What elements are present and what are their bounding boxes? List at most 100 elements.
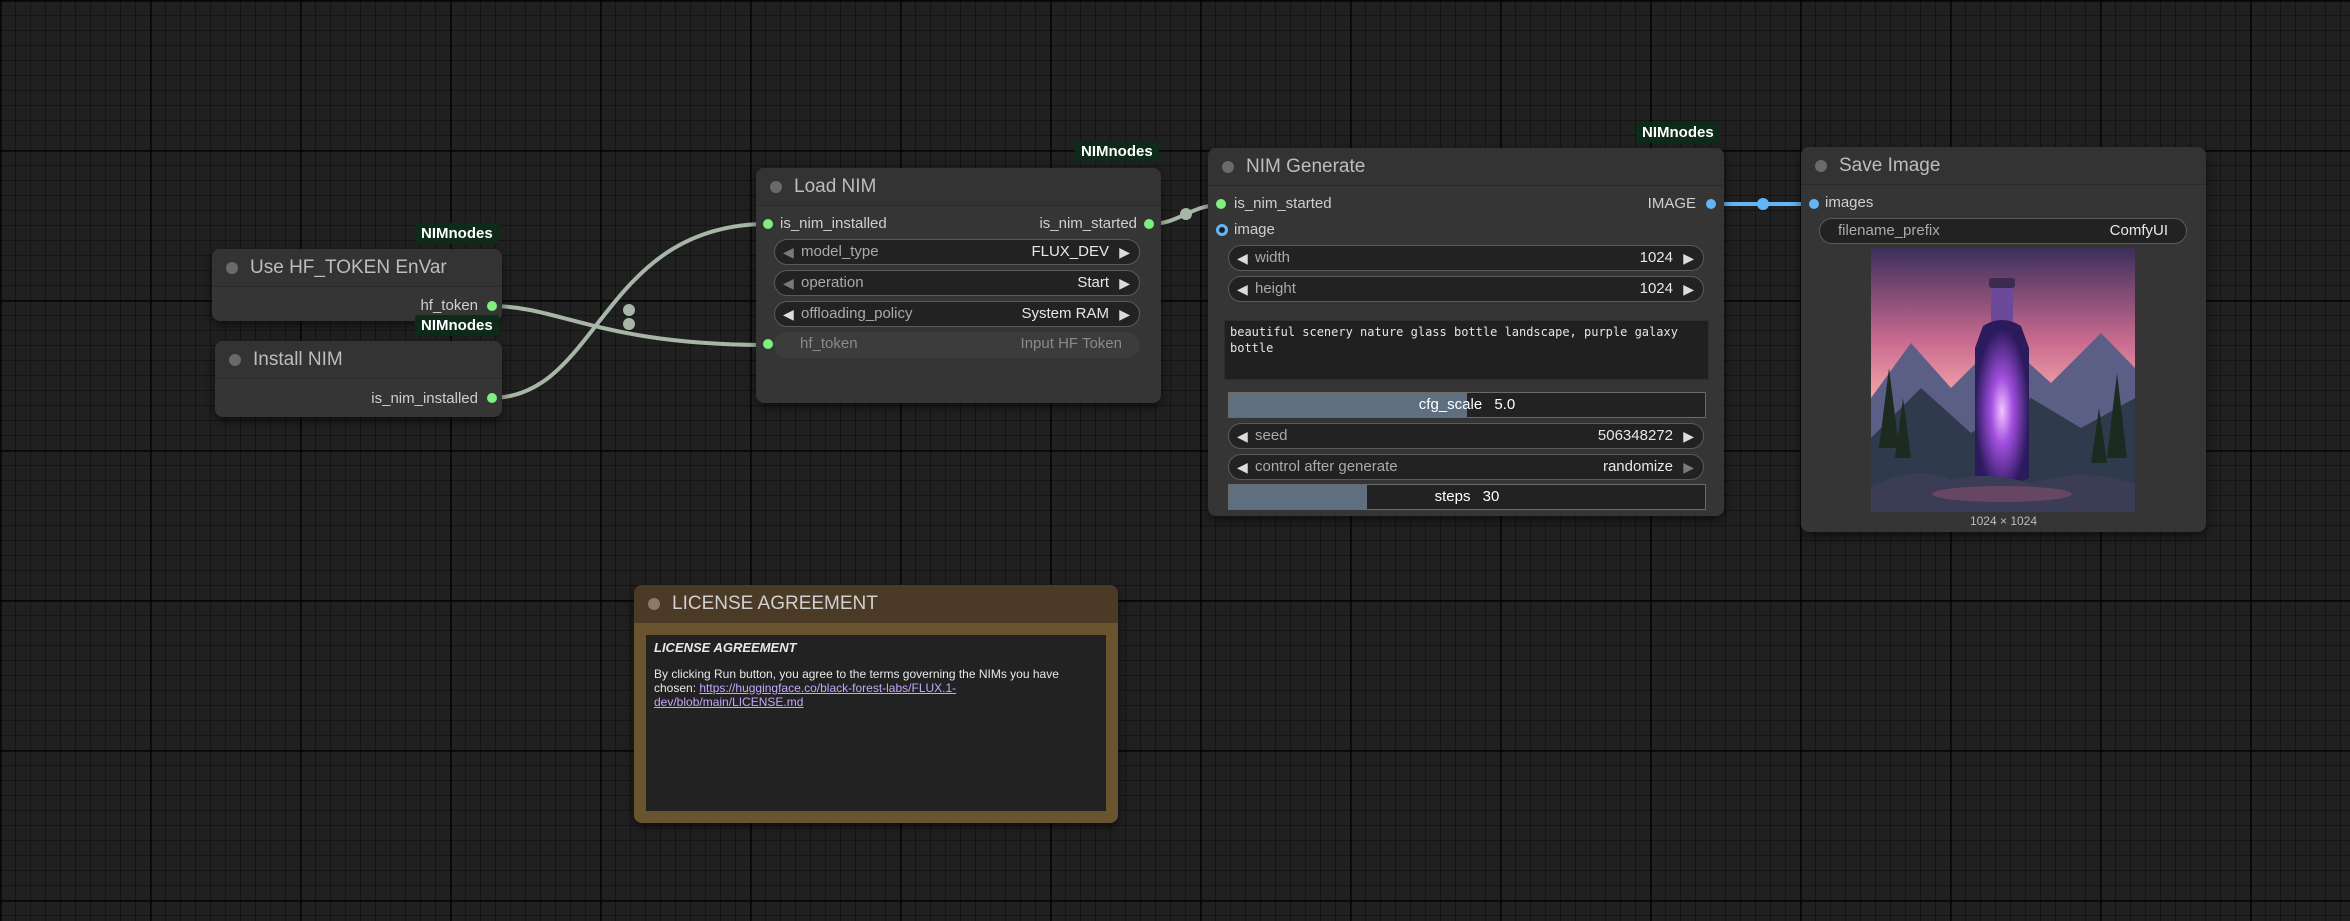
increment-arrow-icon[interactable]: ▶ (1683, 455, 1694, 479)
decrement-arrow-icon[interactable]: ◀ (1237, 424, 1248, 448)
node-title-bar[interactable]: Save Image (1801, 147, 2206, 185)
offloading-policy-combo[interactable]: ◀ offloading_policy System RAM ▶ (774, 301, 1140, 327)
node-load-nim[interactable]: Load NIM is_nim_installed is_nim_started… (756, 168, 1161, 403)
widget-label: width (1255, 249, 1291, 266)
input-images-socket[interactable] (1809, 199, 1819, 209)
output-is-nim-installed-socket[interactable] (487, 393, 497, 403)
operation-combo[interactable]: ◀ operation Start ▶ (774, 270, 1140, 296)
collapse-dot-icon[interactable] (229, 354, 241, 366)
widget-label: offloading_policy (801, 305, 913, 322)
node-save-image[interactable]: Save Image images filename_prefix ComfyU… (1801, 147, 2206, 532)
image-pebbles (1932, 486, 2072, 502)
prompt-textarea[interactable]: beautiful scenery nature glass bottle la… (1224, 320, 1709, 380)
slider-label: steps (1434, 488, 1471, 505)
input-image-label: image (1234, 221, 1275, 238)
increment-arrow-icon[interactable]: ▶ (1683, 424, 1694, 448)
width-number[interactable]: ◀ width 1024 ▶ (1228, 245, 1704, 271)
link-midpoint (1180, 208, 1192, 220)
node-title-bar[interactable]: Install NIM (215, 341, 502, 379)
node-title-bar[interactable]: Use HF_TOKEN EnVar (212, 249, 502, 287)
widget-value: Start (1077, 274, 1109, 291)
link-midpoint (623, 318, 635, 330)
input-is-nim-started-socket[interactable] (1216, 199, 1226, 209)
collapse-dot-icon[interactable] (1222, 161, 1234, 173)
node-title: NIM Generate (1246, 156, 1366, 177)
height-number[interactable]: ◀ height 1024 ▶ (1228, 276, 1704, 302)
output-is-nim-installed-label: is_nim_installed (371, 390, 478, 407)
license-link[interactable]: https://huggingface.co/black-forest-labs… (654, 681, 956, 709)
seed-number[interactable]: ◀ seed 506348272 ▶ (1228, 423, 1704, 449)
node-title-bar[interactable]: Load NIM (756, 168, 1161, 206)
node-title: Save Image (1839, 155, 1941, 176)
input-is-nim-installed-socket[interactable] (763, 219, 773, 229)
node-title-bar[interactable]: NIM Generate (1208, 148, 1724, 186)
widget-value: Input HF Token (1020, 335, 1122, 352)
widget-label: height (1255, 280, 1296, 297)
link-midpoint (1757, 198, 1769, 210)
widget-value: FLUX_DEV (1031, 243, 1109, 260)
node-badge: NIMnodes (1636, 122, 1720, 143)
collapse-dot-icon[interactable] (226, 262, 238, 274)
collapse-dot-icon[interactable] (1815, 160, 1827, 172)
hf-token-input[interactable]: hf_token Input HF Token (774, 332, 1140, 358)
cfg-scale-slider[interactable]: cfg_scale 5.0 (1228, 392, 1706, 418)
node-badge: NIMnodes (1075, 141, 1159, 162)
filename-prefix-input[interactable]: filename_prefix ComfyUI (1819, 218, 2187, 244)
widget-value: 1024 (1639, 280, 1673, 297)
decrement-arrow-icon[interactable]: ◀ (783, 240, 794, 264)
model-type-combo[interactable]: ◀ model_type FLUX_DEV ▶ (774, 239, 1140, 265)
increment-arrow-icon[interactable]: ▶ (1119, 240, 1130, 264)
increment-arrow-icon[interactable]: ▶ (1683, 277, 1694, 301)
node-badge: NIMnodes (415, 315, 499, 336)
input-is-nim-started-label: is_nim_started (1234, 195, 1332, 212)
input-is-nim-installed-label: is_nim_installed (780, 215, 887, 232)
image-size-label: 1024 × 1024 (1969, 514, 2038, 528)
increment-arrow-icon[interactable]: ▶ (1119, 302, 1130, 326)
increment-arrow-icon[interactable]: ▶ (1119, 271, 1130, 295)
output-hf-token-socket[interactable] (487, 301, 497, 311)
license-content: LICENSE AGREEMENT By clicking Run button… (646, 635, 1106, 811)
slider-value: 30 (1482, 488, 1500, 505)
decrement-arrow-icon[interactable]: ◀ (1237, 246, 1248, 270)
input-image-socket[interactable] (1216, 224, 1228, 236)
image-bottle-neck (1991, 284, 2013, 324)
output-is-nim-started-label: is_nim_started (1039, 215, 1137, 232)
widget-value: ComfyUI (2109, 222, 2168, 239)
slider-value: 5.0 (1494, 396, 1516, 413)
license-body: By clicking Run button, you agree to the… (654, 667, 1098, 709)
node-nim-generate[interactable]: NIM Generate is_nim_started IMAGE image … (1208, 148, 1724, 516)
node-badge: NIMnodes (415, 223, 499, 244)
decrement-arrow-icon[interactable]: ◀ (1237, 455, 1248, 479)
control-after-generate-combo[interactable]: ◀ control after generate randomize ▶ (1228, 454, 1704, 480)
collapse-dot-icon[interactable] (770, 181, 782, 193)
decrement-arrow-icon[interactable]: ◀ (1237, 277, 1248, 301)
output-image-socket[interactable] (1706, 199, 1716, 209)
image-bottle-cork (1989, 278, 2015, 288)
output-image-label: IMAGE (1647, 195, 1696, 212)
output-is-nim-started-socket[interactable] (1144, 219, 1154, 229)
node-title-bar[interactable]: LICENSE AGREEMENT (634, 585, 1118, 623)
node-install-nim[interactable]: Install NIM is_nim_installed (215, 341, 502, 417)
decrement-arrow-icon[interactable]: ◀ (783, 271, 794, 295)
steps-slider[interactable]: steps 30 (1228, 484, 1706, 510)
node-title: Use HF_TOKEN EnVar (250, 257, 447, 278)
node-title: LICENSE AGREEMENT (672, 593, 878, 614)
widget-value: System RAM (1021, 305, 1109, 322)
widget-label: control after generate (1255, 458, 1398, 475)
node-title: Load NIM (794, 176, 877, 197)
image-bottle-body (1975, 320, 2029, 485)
license-frame: LICENSE AGREEMENT By clicking Run button… (634, 623, 1118, 823)
input-hf-token-socket[interactable] (763, 339, 773, 349)
link-midpoint (623, 304, 635, 316)
decrement-arrow-icon[interactable]: ◀ (783, 302, 794, 326)
widget-label: operation (801, 274, 864, 291)
output-hf-token-label: hf_token (420, 297, 478, 314)
generated-image-preview[interactable] (1871, 248, 2135, 512)
widget-label: filename_prefix (1838, 222, 1940, 239)
slider-label: cfg_scale (1418, 396, 1483, 413)
increment-arrow-icon[interactable]: ▶ (1683, 246, 1694, 270)
node-use-hf-token[interactable]: Use HF_TOKEN EnVar hf_token (212, 249, 502, 321)
collapse-dot-icon[interactable] (648, 598, 660, 610)
node-license-agreement[interactable]: LICENSE AGREEMENT LICENSE AGREEMENT By c… (634, 585, 1118, 823)
widget-value: randomize (1602, 458, 1673, 475)
